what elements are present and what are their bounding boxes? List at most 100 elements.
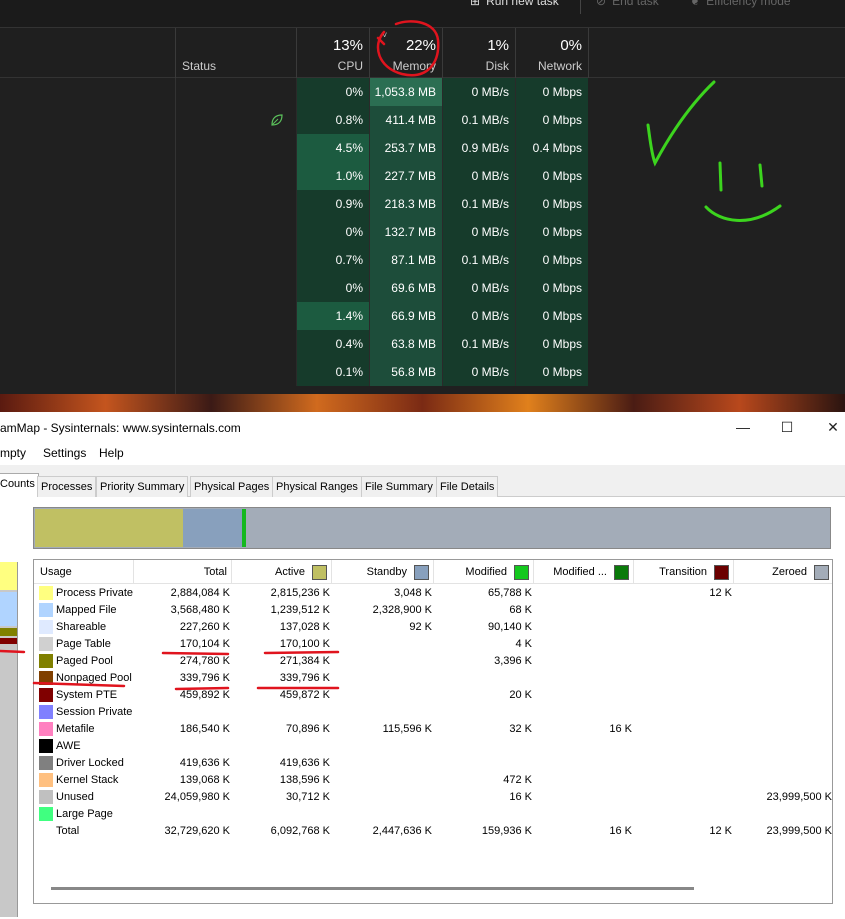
column-header-label: Standby xyxy=(366,566,407,578)
column-header-network[interactable]: 0% Network xyxy=(515,28,588,78)
usage-label: Paged Pool xyxy=(56,655,113,667)
column-header-active[interactable]: Active xyxy=(232,560,332,584)
process-row[interactable]: 0.7% 87.1 MB 0.1 MB/s 0 Mbps xyxy=(0,246,845,274)
table-row[interactable]: Process Private 2,884,084 K 2,815,236 K 3,0… xyxy=(34,585,832,602)
column-header-label: Usage xyxy=(40,566,72,578)
column-header-label: Transition xyxy=(659,566,707,578)
toolbar-divider xyxy=(580,0,581,14)
network-total: 0% xyxy=(560,37,582,54)
run-new-task-button[interactable]: ⊞ Run new task xyxy=(470,0,559,8)
usage-color-swatch xyxy=(39,603,53,617)
process-row[interactable]: 1.0% 227.7 MB 0 MB/s 0 Mbps xyxy=(0,162,845,190)
memory-cell: 132.7 MB xyxy=(369,218,442,246)
cpu-cell: 0% xyxy=(296,218,369,246)
modified-value: 32 K xyxy=(509,723,532,735)
total-value: 419,636 K xyxy=(179,757,230,769)
table-row[interactable]: Unused 24,059,980 K 30,712 K 16 K 23,999,500… xyxy=(34,789,832,806)
active-value: 419,636 K xyxy=(279,757,330,769)
process-table-header: Status 13% CPU ˅ 22% Memory 1% Disk 0% N… xyxy=(0,28,845,78)
process-row[interactable]: 0.4% 63.8 MB 0.1 MB/s 0 Mbps xyxy=(0,330,845,358)
memory-cell: 253.7 MB xyxy=(369,134,442,162)
close-button[interactable]: ✕ xyxy=(810,412,845,443)
counts-grid: Usage Total Active Standby Modified Modified … xyxy=(33,559,833,904)
table-row[interactable]: Page Table 170,104 K 170,100 K 4 K xyxy=(34,636,832,653)
column-color-swatch xyxy=(614,565,629,580)
column-header-standby[interactable]: Standby xyxy=(332,560,434,584)
column-color-swatch xyxy=(514,565,529,580)
process-row[interactable]: 0% 1,053.8 MB 0 MB/s 0 Mbps xyxy=(0,78,845,106)
process-row[interactable]: 0.8% 411.4 MB 0.1 MB/s 0 Mbps xyxy=(0,106,845,134)
tab-processes[interactable]: Processes xyxy=(37,476,97,497)
network-cell: 0 Mbps xyxy=(515,246,588,274)
process-row[interactable]: 1.4% 66.9 MB 0 MB/s 0 Mbps xyxy=(0,302,845,330)
column-header-cpu[interactable]: 13% CPU xyxy=(296,28,369,78)
table-row[interactable]: Large Page xyxy=(34,806,832,823)
task-manager-window: ⊞ Run new task ⊘ End task ❦ Efficiency m… xyxy=(0,0,845,394)
column-header-modified[interactable]: Modified xyxy=(434,560,534,584)
table-row[interactable]: Shareable 227,260 K 137,028 K 92 K 90,140 K xyxy=(34,619,832,636)
menu-bar: mpty Settings Help xyxy=(0,443,845,465)
memory-bar-segment-standby xyxy=(182,509,243,547)
cpu-cell: 0.9% xyxy=(296,190,369,218)
process-row[interactable]: 0% 132.7 MB 0 MB/s 0 Mbps xyxy=(0,218,845,246)
active-value: 339,796 K xyxy=(279,672,330,684)
column-header-modified[interactable]: Modified ... xyxy=(534,560,634,584)
process-row[interactable]: 0.9% 218.3 MB 0.1 MB/s 0 Mbps xyxy=(0,190,845,218)
table-row[interactable]: Nonpaged Pool 339,796 K 339,796 K xyxy=(34,670,832,687)
usage-color-swatch xyxy=(39,654,53,668)
maximize-button[interactable]: ☐ xyxy=(764,412,810,443)
end-task-button[interactable]: ⊘ End task xyxy=(596,0,659,8)
table-row[interactable]: AWE xyxy=(34,738,832,755)
usage-color-swatch xyxy=(39,722,53,736)
table-row[interactable]: Metafile 186,540 K 70,896 K 115,596 K 32 K 16… xyxy=(34,721,832,738)
usage-color-swatch xyxy=(39,790,53,804)
cpu-cell: 1.0% xyxy=(296,162,369,190)
usage-label: Kernel Stack xyxy=(56,774,119,786)
disk-cell: 0 MB/s xyxy=(442,302,515,330)
menu-empty[interactable]: mpty xyxy=(0,446,26,460)
standby-value: 2,328,900 K xyxy=(372,604,432,616)
memory-bar-segment-active xyxy=(35,509,183,547)
tab-physical-ranges[interactable]: Physical Ranges xyxy=(272,476,362,497)
column-header-usage[interactable]: Usage xyxy=(34,560,134,584)
minimize-button[interactable]: — xyxy=(720,412,766,443)
process-row[interactable]: 0.1% 56.8 MB 0 MB/s 0 Mbps xyxy=(0,358,845,386)
table-row[interactable]: Kernel Stack 139,068 K 138,596 K 472 K xyxy=(34,772,832,789)
menu-help[interactable]: Help xyxy=(99,446,124,460)
column-header-status[interactable]: Status xyxy=(175,28,296,78)
modified-value: 16 K xyxy=(509,791,532,803)
horizontal-scrollbar[interactable] xyxy=(51,887,694,890)
column-header-transition[interactable]: Transition xyxy=(634,560,734,584)
memory-bar-segments xyxy=(35,509,829,547)
cpu-cell: 4.5% xyxy=(296,134,369,162)
table-row[interactable]: System PTE 459,892 K 459,872 K 20 K xyxy=(34,687,832,704)
usage-label: Large Page xyxy=(56,808,113,820)
tab-file-details[interactable]: File Details xyxy=(436,476,499,497)
total-value: 3,568,480 K xyxy=(170,604,230,616)
table-row[interactable]: Driver Locked 419,636 K 419,636 K xyxy=(34,755,832,772)
table-row[interactable]: Paged Pool 274,780 K 271,384 K 3,396 K xyxy=(34,653,832,670)
tab-physical-pages[interactable]: Physical Pages xyxy=(190,476,274,497)
table-row[interactable]: Mapped File 3,568,480 K 1,239,512 K 2,328,9… xyxy=(34,602,832,619)
tab-file-summary[interactable]: File Summary xyxy=(361,476,437,497)
efficiency-mode-button[interactable]: ❦ Efficiency mode xyxy=(690,0,791,8)
tab-counts[interactable]: Counts xyxy=(0,473,39,497)
usage-label: AWE xyxy=(56,740,81,752)
menu-settings[interactable]: Settings xyxy=(43,446,86,460)
total-row[interactable]: Total 32,729,620 K 6,092,768 K 2,447,636 K 1… xyxy=(34,823,832,840)
column-header-memory[interactable]: ˅ 22% Memory xyxy=(369,28,442,78)
tab-priority-summary[interactable]: Priority Summary xyxy=(96,476,189,497)
active-value: 170,100 K xyxy=(279,638,330,650)
cpu-cell: 0.7% xyxy=(296,246,369,274)
task-manager-toolbar: ⊞ Run new task ⊘ End task ❦ Efficiency m… xyxy=(0,0,845,28)
column-header-disk[interactable]: 1% Disk xyxy=(442,28,515,78)
disk-cell: 0 MB/s xyxy=(442,78,515,106)
column-header-total[interactable]: Total xyxy=(134,560,232,584)
column-header-zeroed[interactable]: Zeroed xyxy=(734,560,832,584)
process-row[interactable]: 4.5% 253.7 MB 0.9 MB/s 0.4 Mbps xyxy=(0,134,845,162)
table-row[interactable]: Session Private xyxy=(34,704,832,721)
memory-usage-bar xyxy=(33,507,831,549)
disk-cell: 0 MB/s xyxy=(442,358,515,386)
total-value: 459,892 K xyxy=(179,689,230,701)
process-row[interactable]: 0% 69.6 MB 0 MB/s 0 Mbps xyxy=(0,274,845,302)
